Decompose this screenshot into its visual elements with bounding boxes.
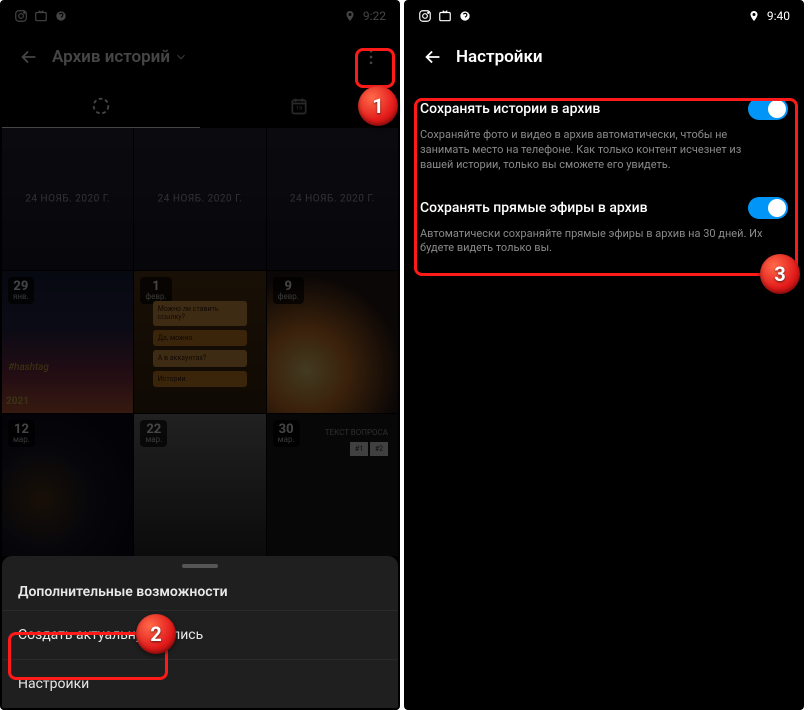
story-date: 24 НОЯБ. 2020 Г. — [134, 194, 265, 205]
shazam-icon — [54, 9, 68, 23]
back-button[interactable] — [12, 40, 46, 74]
archive-grid: 24 НОЯБ. 2020 Г. 24 НОЯБ. 2020 Г. 24 НОЯ… — [2, 128, 398, 556]
date-badge: 22мар. — [140, 420, 167, 447]
setting-title: Сохранять истории в архив — [420, 101, 600, 117]
back-button[interactable] — [416, 40, 450, 74]
phone-left: 9:22 Архив историй 19 24 НОЯБ. 2020 Г. 2… — [0, 0, 400, 710]
svg-text:19: 19 — [296, 106, 303, 112]
more-vertical-icon — [361, 47, 381, 67]
date-badge: 9февр. — [273, 277, 304, 304]
sheet-settings[interactable]: Настройки — [2, 659, 398, 708]
archive-title-text: Архив историй — [52, 47, 170, 67]
archive-tabs: 19 — [2, 84, 398, 128]
phone-right: 9:40 Настройки Сохранять истории в архив… — [404, 0, 804, 710]
question-options: #1#2 — [350, 442, 388, 456]
more-button[interactable] — [354, 40, 388, 74]
story-cell[interactable]: 29янв. #hashtag 2021 — [2, 271, 133, 413]
location-icon — [343, 9, 357, 23]
setting-save-lives: Сохранять прямые эфиры в архив Автоматич… — [420, 187, 788, 271]
setting-title: Сохранять прямые эфиры в архив — [420, 200, 648, 216]
shazam-icon — [458, 9, 472, 23]
settings-body: Сохранять истории в архив Сохраняйте фот… — [406, 84, 802, 274]
settings-header: Настройки — [406, 30, 802, 84]
status-time: 9:40 — [767, 9, 790, 23]
sheet-create-highlight[interactable]: Создать актуальную запись — [2, 610, 398, 659]
status-bar: 9:22 — [2, 2, 398, 30]
setting-desc: Сохраняйте фото и видео в архив автомати… — [420, 128, 788, 173]
status-time: 9:22 — [363, 9, 386, 23]
year-label: 2021 — [6, 396, 29, 407]
location-icon — [747, 9, 761, 23]
hashtag-label: #hashtag — [8, 362, 49, 373]
date-badge: 29янв. — [8, 277, 34, 304]
chevron-down-icon — [174, 50, 188, 64]
archive-title-dropdown[interactable]: Архив историй — [52, 47, 188, 67]
setting-save-stories: Сохранять истории в архив Сохраняйте фот… — [420, 88, 788, 187]
date-badge: 1февр. — [140, 277, 171, 304]
toggle-save-lives[interactable] — [748, 197, 788, 219]
tv-icon — [438, 9, 452, 23]
tab-calendar[interactable]: 19 — [200, 84, 398, 128]
story-cell[interactable]: 12мар. — [2, 414, 133, 556]
setting-desc: Автоматически сохраняйте прямые эфиры в … — [420, 227, 788, 257]
story-cell[interactable]: 1февр. Можно ли ставить ссылку? Да, можн… — [134, 271, 265, 413]
sheet-title: Дополнительные возможности — [2, 572, 398, 610]
story-cell[interactable]: 24 НОЯБ. 2020 Г. — [267, 128, 398, 270]
story-cell[interactable]: 24 НОЯБ. 2020 Г. — [134, 128, 265, 270]
archive-header: Архив историй — [2, 30, 398, 84]
toggle-save-stories[interactable] — [748, 98, 788, 120]
settings-title: Настройки — [456, 47, 543, 67]
tab-stories[interactable] — [2, 84, 200, 128]
story-cell[interactable]: 22мар. — [134, 414, 265, 556]
status-bar: 9:40 — [406, 2, 802, 30]
question-label: ТЕКСТ ВОПРОСА — [325, 428, 388, 437]
story-cell[interactable]: 30мар. ТЕКСТ ВОПРОСА #1#2 — [267, 414, 398, 556]
bottom-sheet: Дополнительные возможности Создать актуа… — [2, 556, 398, 708]
story-cell[interactable]: 24 НОЯБ. 2020 Г. — [2, 128, 133, 270]
stories-icon — [90, 95, 112, 117]
date-badge: 30мар. — [273, 420, 300, 447]
story-date: 24 НОЯБ. 2020 Г. — [2, 194, 133, 205]
story-date: 24 НОЯБ. 2020 Г. — [267, 194, 398, 205]
story-cell[interactable]: 9февр. — [267, 271, 398, 413]
date-badge: 12мар. — [8, 420, 35, 447]
calendar-icon: 19 — [289, 96, 309, 116]
message-stack: Можно ли ставить ссылку? Да, можно. А в … — [153, 301, 248, 387]
sheet-handle[interactable] — [182, 564, 218, 568]
instagram-icon — [418, 9, 432, 23]
tv-icon — [34, 9, 48, 23]
instagram-icon — [14, 9, 28, 23]
